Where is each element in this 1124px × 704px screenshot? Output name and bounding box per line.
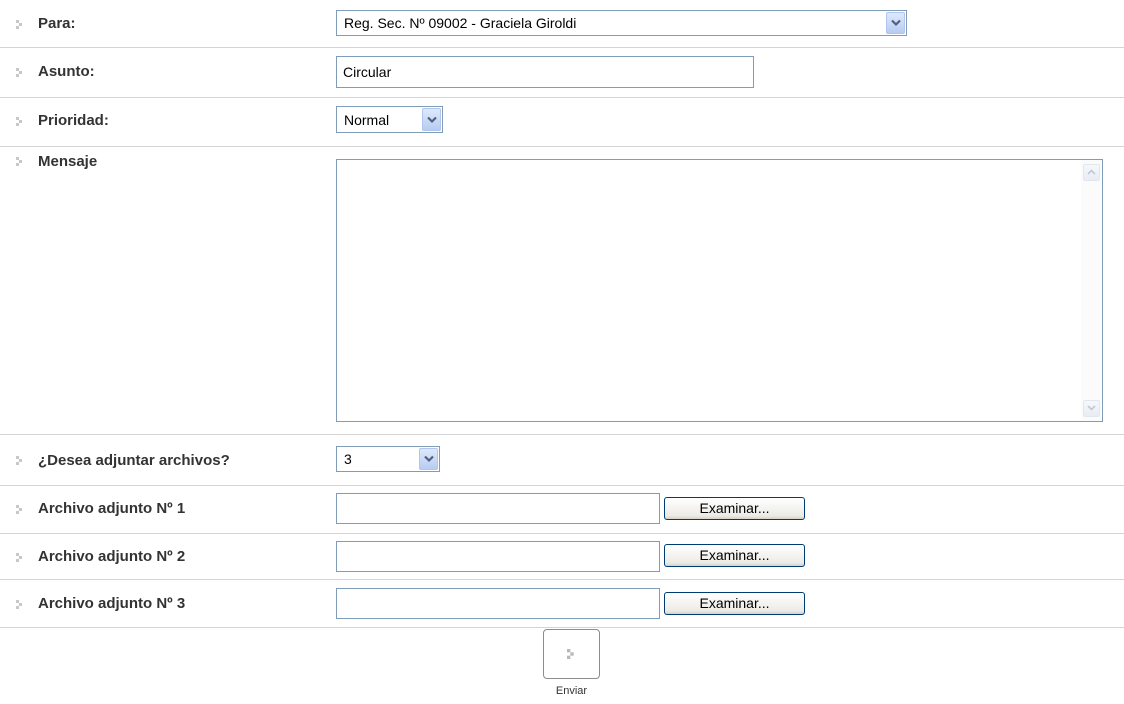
asunto-row: Asunto: Circular	[0, 48, 1124, 98]
chevron-down-icon[interactable]	[419, 448, 438, 470]
bullet-arrow-icon	[16, 600, 22, 609]
bullet-arrow-icon	[16, 117, 22, 126]
bullet-arrow-icon	[16, 505, 22, 514]
adjuntar-select[interactable]: 3	[336, 446, 440, 472]
mensaje-textarea[interactable]	[336, 159, 1103, 422]
textarea-scrollbar[interactable]	[1081, 160, 1102, 421]
scroll-up-icon[interactable]	[1083, 164, 1100, 181]
chevron-down-icon[interactable]	[886, 12, 905, 34]
asunto-input[interactable]: Circular	[336, 56, 754, 88]
prioridad-label: Prioridad:	[38, 112, 109, 129]
adjuntar-row: ¿Desea adjuntar archivos? 3	[0, 435, 1124, 486]
adjunto-file-input-3[interactable]	[336, 588, 660, 619]
bullet-arrow-icon	[16, 456, 22, 465]
para-select-value: Reg. Sec. Nº 09002 - Graciela Giroldi	[344, 15, 577, 31]
adjunto-label-2: Archivo adjunto Nº 2	[38, 548, 186, 565]
asunto-label: Asunto:	[38, 63, 95, 80]
para-label: Para:	[38, 15, 76, 32]
scroll-down-icon[interactable]	[1083, 400, 1100, 417]
examinar-button-2[interactable]: Examinar...	[664, 544, 805, 567]
adjunto-row-2: Archivo adjunto Nº 2 Examinar...	[0, 534, 1124, 580]
adjunto-label-3: Archivo adjunto Nº 3	[38, 595, 186, 612]
para-select[interactable]: Reg. Sec. Nº 09002 - Graciela Giroldi	[336, 10, 907, 36]
enviar-button[interactable]	[543, 629, 600, 679]
mensaje-label: Mensaje	[38, 153, 98, 170]
asunto-input-value: Circular	[343, 64, 392, 80]
bullet-arrow-icon	[16, 20, 22, 29]
bullet-arrow-icon	[16, 157, 22, 166]
adjuntar-select-value: 3	[344, 451, 352, 467]
examinar-button-3[interactable]: Examinar...	[664, 592, 805, 615]
adjunto-row-1: Archivo adjunto Nº 1 Examinar...	[0, 486, 1124, 534]
examinar-button-1[interactable]: Examinar...	[664, 497, 805, 520]
mensaje-row: Mensaje	[0, 147, 1124, 435]
bullet-arrow-icon	[16, 553, 22, 562]
bullet-arrow-icon	[16, 68, 22, 77]
prioridad-row: Prioridad: Normal	[0, 98, 1124, 147]
enviar-label: Enviar	[555, 685, 588, 697]
chevron-down-icon[interactable]	[422, 108, 441, 131]
para-row: Para: Reg. Sec. Nº 09002 - Graciela Giro…	[0, 0, 1124, 48]
adjuntar-label: ¿Desea adjuntar archivos?	[38, 452, 230, 469]
arrow-right-icon	[567, 649, 574, 659]
adjunto-file-input-2[interactable]	[336, 541, 660, 572]
prioridad-select[interactable]: Normal	[336, 106, 443, 133]
prioridad-select-value: Normal	[344, 111, 390, 128]
adjunto-file-input-1[interactable]	[336, 493, 660, 524]
adjunto-row-3: Archivo adjunto Nº 3 Examinar...	[0, 580, 1124, 628]
adjunto-label-1: Archivo adjunto Nº 1	[38, 500, 186, 517]
